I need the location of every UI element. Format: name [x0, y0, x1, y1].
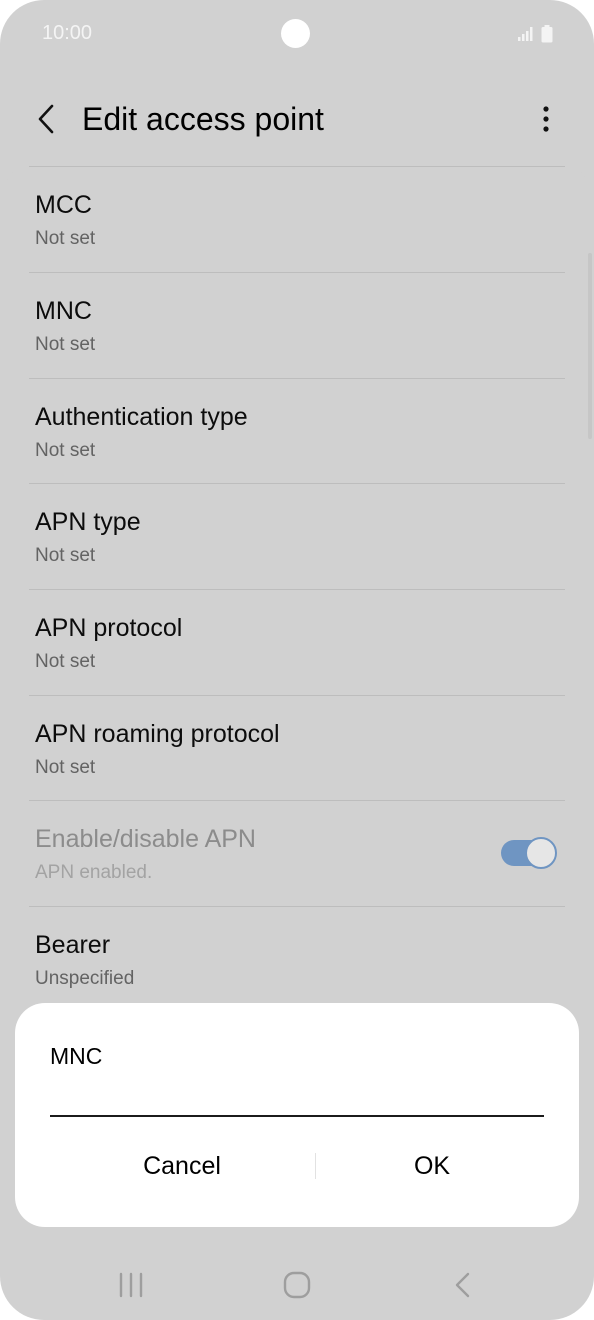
- setting-value: Not set: [35, 651, 96, 672]
- status-time: 10:00: [42, 22, 93, 44]
- ok-button[interactable]: OK: [317, 1141, 547, 1191]
- phone-screen: 10:00 Edit access point MCC Not set MNC …: [0, 0, 594, 1320]
- mnc-dialog: MNC Cancel OK: [15, 1003, 579, 1227]
- battery-icon: [541, 25, 553, 43]
- page-title: Edit access point: [82, 101, 324, 137]
- setting-value: Not set: [35, 440, 96, 461]
- setting-value: Unspecified: [35, 968, 135, 989]
- setting-title: MCC: [35, 191, 92, 219]
- setting-title: Enable/disable APN: [35, 825, 256, 853]
- signal-icon: [518, 27, 533, 41]
- setting-value: Not set: [35, 334, 96, 355]
- setting-item-apn-type[interactable]: APN type Not set: [29, 483, 565, 589]
- setting-item-enable-apn: Enable/disable APN APN enabled.: [29, 800, 565, 906]
- setting-title: MNC: [35, 297, 92, 325]
- setting-item-bearer[interactable]: Bearer Unspecified: [29, 906, 565, 1012]
- dialog-title: MNC: [50, 1043, 103, 1069]
- apn-enable-toggle: [501, 837, 557, 869]
- setting-title: APN protocol: [35, 614, 183, 642]
- setting-item-apn-roaming-protocol[interactable]: APN roaming protocol Not set: [29, 695, 565, 801]
- front-camera-cutout: [281, 19, 310, 48]
- setting-value: APN enabled.: [35, 862, 153, 883]
- back-arrow-icon[interactable]: [32, 102, 62, 136]
- setting-title: Bearer: [35, 931, 111, 959]
- setting-item-mnc[interactable]: MNC Not set: [29, 272, 565, 378]
- nav-back-icon[interactable]: [452, 1271, 474, 1299]
- cancel-button[interactable]: Cancel: [50, 1141, 314, 1191]
- setting-value: Not set: [35, 757, 96, 778]
- setting-title: Authentication type: [35, 403, 248, 431]
- setting-title: APN type: [35, 508, 141, 536]
- setting-item-authentication-type[interactable]: Authentication type Not set: [29, 378, 565, 484]
- scroll-indicator[interactable]: [588, 253, 592, 439]
- home-icon[interactable]: [283, 1271, 311, 1299]
- more-options-icon[interactable]: [534, 102, 558, 136]
- app-bar: Edit access point: [0, 80, 594, 160]
- status-bar: 10:00: [0, 0, 594, 70]
- setting-item-apn-protocol[interactable]: APN protocol Not set: [29, 589, 565, 695]
- setting-item-mcc[interactable]: MCC Not set: [29, 166, 565, 272]
- setting-value: Not set: [35, 545, 96, 566]
- toggle-thumb: [525, 837, 557, 869]
- mnc-input-field[interactable]: [50, 1073, 544, 1117]
- setting-value: Not set: [35, 228, 96, 249]
- navigation-bar: [0, 1250, 594, 1320]
- recent-apps-icon[interactable]: [117, 1271, 145, 1299]
- setting-title: APN roaming protocol: [35, 720, 280, 748]
- button-divider: [315, 1153, 316, 1179]
